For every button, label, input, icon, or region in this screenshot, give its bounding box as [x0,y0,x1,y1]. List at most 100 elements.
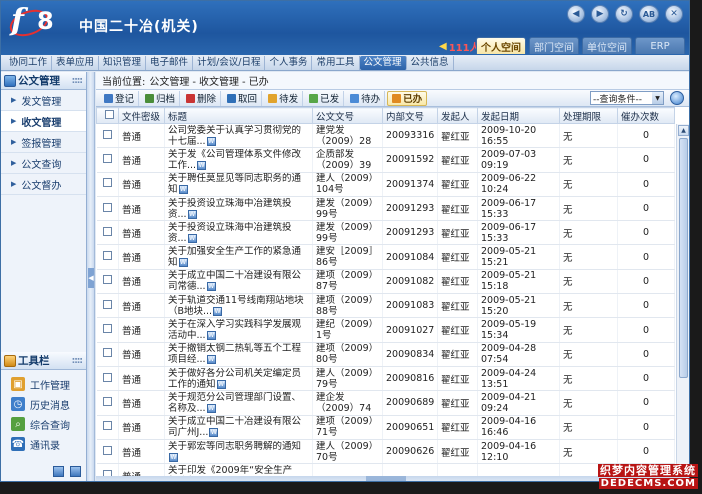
row-checkbox[interactable] [102,445,112,455]
toolbar-button-7[interactable]: 已办 [387,90,428,106]
doc-title-link[interactable]: 关于成立中国二十冶建设有限公司常德... W [168,270,309,292]
nav-item-5[interactable]: 个人事务 [265,55,313,70]
column-header[interactable]: 处理期限 [559,107,618,124]
doc-title-link[interactable]: 关于发《公司管理体系文件修改工作... W [168,149,309,171]
chevron-down-icon[interactable]: ▼ [652,92,663,104]
row-checkbox[interactable] [102,299,112,309]
cell-title[interactable]: 关于成立中国二十冶建设有限公司广州J... W [164,415,313,440]
toolbar-button-0[interactable]: 登记 [100,90,140,106]
doc-title-link[interactable]: 关于做好各分公司机关定编定员工作的通知 W [168,368,309,390]
panel-grip-icon[interactable]: :::: [72,356,83,366]
row-checkbox[interactable] [102,251,112,261]
row-checkbox[interactable] [102,202,112,212]
panel-grip-icon[interactable]: :::: [72,76,83,86]
doc-title-link[interactable]: 关于聘任莫显见等同志职务的通知 W [168,173,309,195]
doc-title-link[interactable]: 关于投资设立珠海中冶建筑投资... W [168,222,309,244]
tool-item-1[interactable]: ◷ 历史消息 [1,394,86,414]
refresh-button[interactable]: ↻ [615,5,633,23]
column-header[interactable]: 发起日期 [477,107,560,124]
scroll-thumb[interactable] [679,138,688,378]
row-checkbox[interactable] [102,324,112,334]
cell-title[interactable]: 关于发《公司管理体系文件修改工作... W [164,147,313,173]
table-row[interactable]: 普通 关于轨道交通11号线南翔站地块（B地块... W 建项（2009）88号 2009… [96,293,675,319]
vertical-scrollbar[interactable]: ▲ ▼ [676,124,689,476]
toolbar-button-5[interactable]: 已发 [305,90,345,106]
breadcrumb-item[interactable]: 已办 [249,77,269,88]
sidebar-item-3[interactable]: ▶ 公文查询 [1,153,86,174]
row-checkbox[interactable] [102,421,112,431]
doc-title-link[interactable]: 关于加强安全生产工作的紧急通知 W [168,246,309,268]
toolbar-button-3[interactable]: 取回 [223,90,263,106]
doc-title-link[interactable]: 公司党委关于认真学习贯彻党的十七届... W [168,125,309,147]
nav-item-1[interactable]: 表单应用 [52,55,100,70]
row-checkbox[interactable] [102,153,112,163]
cell-title[interactable]: 关于在深入学习实践科学发展观活动中... W [164,317,313,343]
table-row[interactable]: 普通 关于做好各分公司机关定编定员工作的通知 W 建人（2009）79号 2009081… [96,366,675,392]
cell-title[interactable]: 关于撤销太钢二热轧等五个工程项目经... W [164,342,313,367]
nav-item-7[interactable]: 公文管理 [359,55,407,70]
cell-title[interactable]: 关于做好各分公司机关定编定员工作的通知 W [164,366,313,392]
scroll-up-icon[interactable]: ▲ [678,125,689,136]
toolbar-button-6[interactable]: 待办 [346,90,386,106]
doc-title-link[interactable]: 关于撤销太钢二热轧等五个工程项目经... W [168,343,309,365]
tool-item-2[interactable]: ⌕ 综合查询 [1,414,86,434]
doc-title-link[interactable]: 关于在深入学习实践科学发展观活动中... W [168,319,309,341]
settings-icon[interactable] [70,466,81,477]
tab-space-3[interactable]: ERP [635,37,685,54]
search-icon[interactable] [670,91,684,105]
sidebar-item-2[interactable]: ▶ 签报管理 [1,132,86,153]
tool-item-0[interactable]: ▣ 工作管理 [1,374,86,394]
table-row[interactable]: 普通 关于郭宏等同志职务聘解的通知W 建人（2009）70号 20090626 翟红亚 2… [96,439,675,465]
cell-title[interactable]: 公司党委关于认真学习贯彻党的十七届... W [164,123,313,149]
cell-title[interactable]: 关于轨道交通11号线南翔站地块（B地块... W [164,293,313,319]
toolbar-button-2[interactable]: 删除 [182,90,222,106]
cell-title[interactable]: 关于成立中国二十冶建设有限公司常德... W [164,269,313,295]
table-row[interactable]: 普通公司党委关于认真学习贯彻党的十七届...W 建党发（2009）28号 20093… [96,123,675,149]
column-header[interactable]: 发起人 [437,107,478,124]
collapse-arrow-icon[interactable]: ◀ [88,268,94,288]
tab-space-0[interactable]: 个人空间 [476,37,526,54]
back-button[interactable]: ◀ [567,5,585,23]
table-row[interactable]: 普通 关于撤销太钢二热轧等五个工程项目经... W 建项（2009）80号 200908… [96,342,675,367]
table-row[interactable]: 普通 关于加强安全生产工作的紧急通知 W 建安［2009］86号 20091084 翟红亚… [96,244,675,270]
row-checkbox[interactable] [102,178,112,188]
cell-title[interactable]: 关于加强安全生产工作的紧急通知 W [164,244,313,270]
table-row[interactable]: 普通关于发《公司管理体系文件修改工作...W 企质部发（2009）39号 20091… [96,147,675,173]
ab-button[interactable]: AB [639,5,659,23]
column-header[interactable]: 标题 [164,107,313,124]
nav-item-4[interactable]: 计划/会议/日程 [193,55,266,70]
table-row[interactable]: 普通 关于成立中国二十冶建设有限公司广州J... W 建项（2009）71号 20090… [96,415,675,440]
sidebar-item-4[interactable]: ▶ 公文督办 [1,174,86,195]
row-checkbox[interactable] [102,275,112,285]
bottom-grip[interactable] [366,476,406,481]
doc-title-link[interactable]: 关于投资设立珠海中冶建筑投资... W [168,198,309,220]
breadcrumb-item[interactable]: 公文管理 [149,77,189,88]
nav-item-0[interactable]: 协同工作 [5,55,53,70]
column-header[interactable]: 文件密级 [118,107,165,124]
nav-item-3[interactable]: 电子邮件 [146,55,194,70]
panel-splitter[interactable]: ◀ [87,72,95,481]
cell-title[interactable]: 关于投资设立珠海中冶建筑投资... W [164,196,313,222]
row-checkbox[interactable] [102,348,112,358]
doc-title-link[interactable]: 关于成立中国二十冶建设有限公司广州J... W [168,416,309,438]
cell-title[interactable]: 关于聘任莫显见等同志职务的通知 W [164,172,313,197]
doc-title-link[interactable]: 关于郭宏等同志职务聘解的通知W [168,441,309,463]
toolbar-button-4[interactable]: 待发 [264,90,304,106]
forward-button[interactable]: ▶ [591,5,609,23]
column-header[interactable]: 催办次数 [617,107,675,124]
exit-button[interactable]: ✕ [665,5,683,23]
row-checkbox[interactable] [102,226,112,236]
tab-space-2[interactable]: 单位空间 [582,37,632,54]
row-checkbox[interactable] [102,129,112,139]
row-checkbox[interactable] [102,396,112,406]
column-header[interactable]: 公文文号 [312,107,383,124]
nav-item-8[interactable]: 公共信息 [407,55,454,70]
breadcrumb-item[interactable]: 收文管理 [199,77,239,88]
column-header[interactable]: 内部文号 [382,107,438,124]
cell-title[interactable]: 关于投资设立珠海中冶建筑投资... W [164,220,313,246]
tool-item-3[interactable]: ☎ 通讯录 [1,434,86,454]
toolbar-button-1[interactable]: 归档 [141,90,181,106]
table-row[interactable]: 普通 关于在深入学习实践科学发展观活动中... W 建纪（2009）1号 2009102… [96,317,675,343]
tab-space-1[interactable]: 部门空间 [529,37,579,54]
table-row[interactable]: 普通关于规范分公司管理部门设置、名称及...W 建企发（2009）74号 20090… [96,390,675,416]
